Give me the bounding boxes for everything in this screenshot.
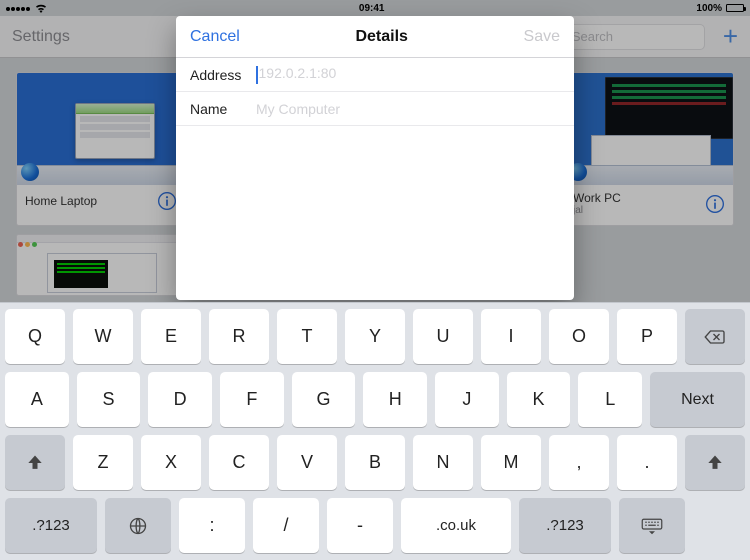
name-input[interactable]: My Computer — [256, 101, 560, 117]
key-y[interactable]: Y — [345, 309, 405, 364]
key-v[interactable]: V — [277, 435, 337, 490]
hide-keyboard-key[interactable] — [619, 498, 685, 553]
cancel-button[interactable]: Cancel — [190, 28, 240, 46]
key-c[interactable]: C — [209, 435, 269, 490]
key-l[interactable]: L — [578, 372, 642, 427]
key-t[interactable]: T — [277, 309, 337, 364]
key-h[interactable]: H — [363, 372, 427, 427]
name-label: Name — [190, 101, 256, 117]
globe-key[interactable] — [105, 498, 171, 553]
dash-key[interactable]: - — [327, 498, 393, 553]
next-key[interactable]: Next — [650, 372, 745, 427]
key-x[interactable]: X — [141, 435, 201, 490]
keyboard: QWERTYUIOP ASDFGHJKLNext ZXCVBNM,. .?123… — [0, 302, 750, 560]
key-i[interactable]: I — [481, 309, 541, 364]
key-j[interactable]: J — [435, 372, 499, 427]
address-input[interactable]: 192.0.2.1:80 — [256, 65, 560, 83]
comma-key[interactable]: , — [549, 435, 609, 490]
symbols-key[interactable]: .?123 — [519, 498, 611, 553]
period-key[interactable]: . — [617, 435, 677, 490]
slash-key[interactable]: / — [253, 498, 319, 553]
key-k[interactable]: K — [507, 372, 571, 427]
key-q[interactable]: Q — [5, 309, 65, 364]
couk-key[interactable]: .co.uk — [401, 498, 511, 553]
key-d[interactable]: D — [148, 372, 212, 427]
shift-key[interactable] — [5, 435, 65, 490]
backspace-key[interactable] — [685, 309, 745, 364]
modal-title: Details — [355, 28, 407, 46]
details-modal: Cancel Details Save Address 192.0.2.1:80… — [176, 16, 574, 300]
save-button[interactable]: Save — [524, 28, 560, 46]
symbols-key[interactable]: .?123 — [5, 498, 97, 553]
key-b[interactable]: B — [345, 435, 405, 490]
key-r[interactable]: R — [209, 309, 269, 364]
key-u[interactable]: U — [413, 309, 473, 364]
key-z[interactable]: Z — [73, 435, 133, 490]
key-e[interactable]: E — [141, 309, 201, 364]
key-p[interactable]: P — [617, 309, 677, 364]
key-g[interactable]: G — [292, 372, 356, 427]
key-o[interactable]: O — [549, 309, 609, 364]
key-f[interactable]: F — [220, 372, 284, 427]
key-a[interactable]: A — [5, 372, 69, 427]
key-s[interactable]: S — [77, 372, 141, 427]
key-n[interactable]: N — [413, 435, 473, 490]
colon-key[interactable]: : — [179, 498, 245, 553]
key-w[interactable]: W — [73, 309, 133, 364]
address-label: Address — [190, 67, 256, 83]
shift-key[interactable] — [685, 435, 745, 490]
key-m[interactable]: M — [481, 435, 541, 490]
